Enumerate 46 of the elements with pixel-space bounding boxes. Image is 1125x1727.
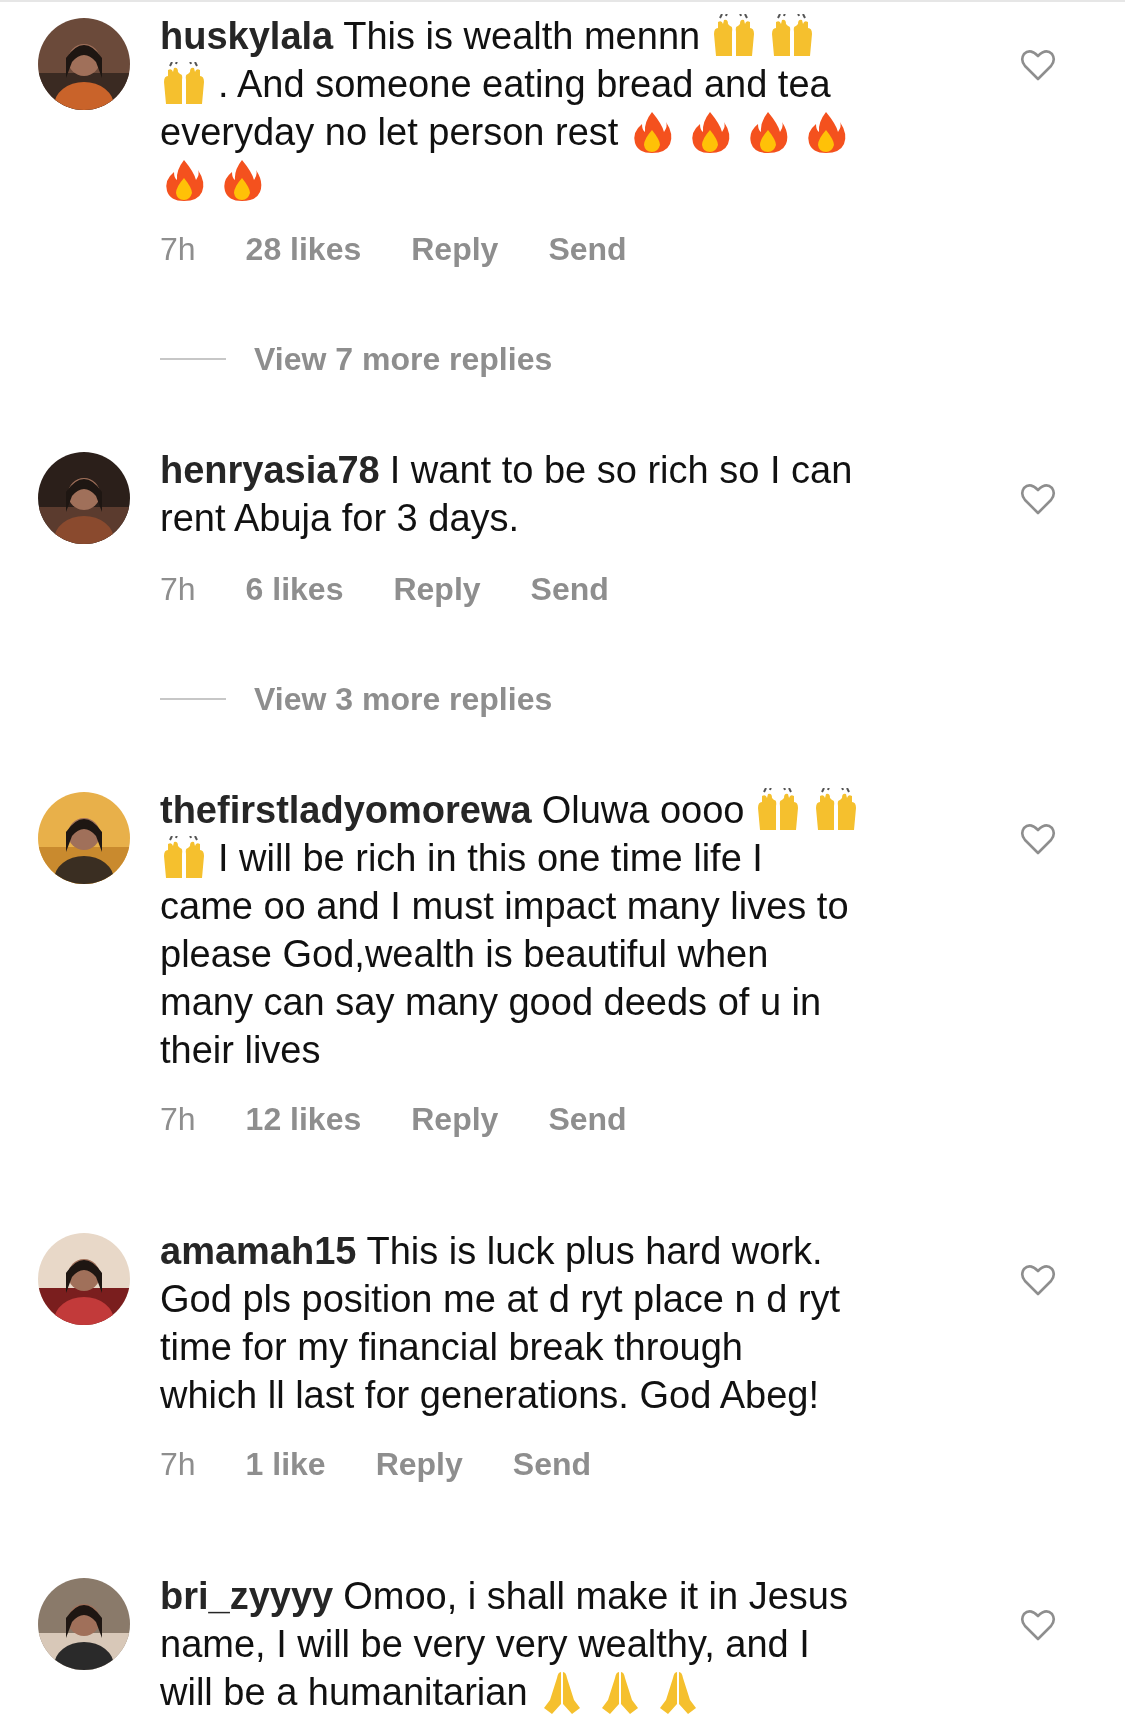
view-replies-button[interactable]: View 7 more replies [254, 340, 553, 378]
heart-icon[interactable] [1020, 1608, 1056, 1642]
reply-button[interactable]: Reply [375, 1444, 463, 1484]
heart-icon[interactable] [1020, 1263, 1056, 1297]
comment-text: I want to be so rich so I can [389, 448, 853, 493]
comment-text: name, I will be very very wealthy, and I [160, 1622, 810, 1667]
username-link[interactable]: henryasia78 [160, 446, 380, 494]
comment-text: rent Abuja for 3 days. [160, 496, 520, 541]
send-button[interactable]: Send [548, 1099, 627, 1139]
comment-time: 7h [160, 1445, 196, 1484]
reply-button[interactable]: Reply [411, 1099, 499, 1139]
likes-count[interactable]: 28 likes [245, 229, 362, 269]
comment-text: . And someone eating bread and tea [218, 62, 831, 107]
comment-text: Omoo, i shall make it in Jesus [343, 1574, 848, 1619]
heart-icon[interactable] [1020, 48, 1056, 82]
likes-count[interactable]: 12 likes [245, 1099, 362, 1139]
comment-text: This is wealth mennn [343, 14, 701, 59]
comment-text: I will be rich in this one time life I [218, 836, 763, 881]
comment-text: This is luck plus hard work. [366, 1229, 823, 1274]
comment-text: their lives [160, 1028, 321, 1073]
comment-time: 7h [160, 230, 196, 269]
comment-text: everyday no let person rest [160, 110, 619, 155]
send-button[interactable]: Send [512, 1444, 592, 1484]
comment-text: time for my financial break through [160, 1325, 743, 1370]
comment-time: 7h [160, 570, 196, 609]
comment-text: many can say many good deeds of u in [160, 980, 822, 1025]
likes-count[interactable]: 1 like [245, 1444, 326, 1484]
view-replies-button[interactable]: View 3 more replies [254, 680, 553, 718]
comment-text: God pls position me at d ryt place n d ryt [160, 1277, 841, 1322]
username-link[interactable]: bri_zyyyy [160, 1572, 334, 1620]
reply-button[interactable]: Reply [411, 229, 499, 269]
username-link[interactable]: huskylala [160, 12, 334, 60]
reply-button[interactable]: Reply [393, 569, 481, 609]
comment-text: please God,wealth is beautiful when [160, 932, 769, 977]
send-button[interactable]: Send [530, 569, 609, 609]
comment-text: came oo and I must impact many lives to [160, 884, 849, 929]
comment-text: Oluwa oooo [541, 788, 745, 833]
comment-text: will be a humanitarian [160, 1670, 528, 1715]
heart-icon[interactable] [1020, 822, 1056, 856]
username-link[interactable]: thefirstladyomorewa [160, 786, 532, 834]
username-link[interactable]: amamah15 [160, 1227, 357, 1275]
send-button[interactable]: Send [548, 229, 627, 269]
comment-time: 7h [160, 1100, 196, 1139]
comment-text: which ll last for generations. God Abeg! [160, 1373, 820, 1418]
heart-icon[interactable] [1020, 482, 1056, 516]
likes-count[interactable]: 6 likes [245, 569, 344, 609]
